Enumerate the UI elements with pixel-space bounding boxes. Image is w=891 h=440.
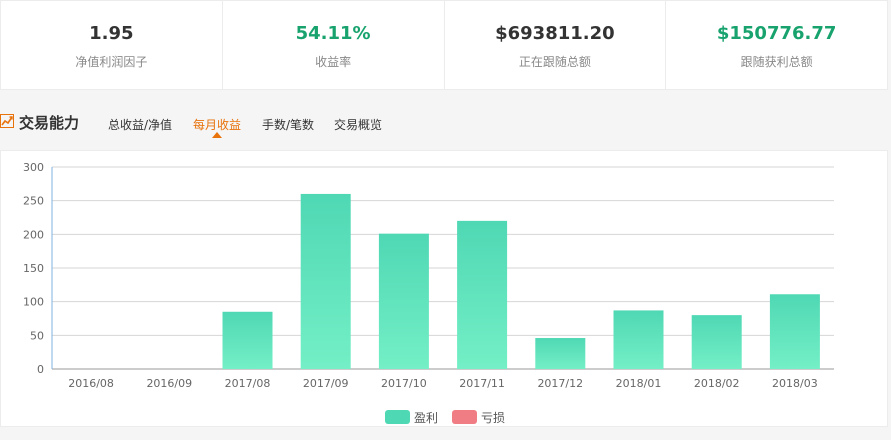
stat-profit-factor: 1.95 净值利润因子 xyxy=(1,1,223,89)
stat-value: $150776.77 xyxy=(716,23,837,44)
monthly-return-chart: 0 50 100 150 200 250 300 2016/08 2016/09 2017/08 2… xyxy=(0,150,888,427)
stat-label: 正在跟随总额 xyxy=(518,55,591,69)
x-tick-label: 2017/10 xyxy=(381,377,427,390)
bar-profit xyxy=(535,338,586,369)
x-tick-label: 2018/01 xyxy=(616,377,662,390)
bar-profit xyxy=(457,220,508,369)
y-tick-label: 250 xyxy=(23,195,44,208)
stats-panel: 1.95 净值利润因子 54.11% 收益率 $693811.20 正在跟随总额… xyxy=(0,0,888,90)
bar-profit xyxy=(222,311,273,369)
x-tick-label: 2018/02 xyxy=(694,377,740,390)
bar-profit xyxy=(691,315,742,369)
tab-lots-trades[interactable]: 手数/笔数 xyxy=(262,116,314,133)
legend-label-loss: 亏损 xyxy=(481,410,506,425)
y-tick-label: 200 xyxy=(23,228,44,241)
stat-label: 净值利润因子 xyxy=(75,55,148,69)
bar-profit xyxy=(378,233,429,369)
x-tick-label: 2017/08 xyxy=(225,377,271,390)
x-tick-label: 2017/11 xyxy=(459,377,505,390)
section-header: 交易能力 总收益/净值 每月收益 手数/笔数 交易概览 xyxy=(0,105,891,143)
stat-return-rate: 54.11% 收益率 xyxy=(223,1,445,89)
stat-value: 54.11% xyxy=(295,23,371,44)
y-tick-label: 0 xyxy=(37,363,44,376)
tab-total-return-nav[interactable]: 总收益/净值 xyxy=(108,116,172,133)
legend-label-profit: 盈利 xyxy=(413,410,438,425)
y-tick-label: 50 xyxy=(30,329,44,342)
tab-monthly-return[interactable]: 每月收益 xyxy=(193,116,241,133)
trend-chart-icon xyxy=(0,114,14,128)
chart-legend: 盈利 亏损 xyxy=(1,407,889,427)
section-title: 交易能力 xyxy=(19,114,80,132)
legend-swatch-profit xyxy=(384,410,410,424)
active-tab-indicator xyxy=(212,132,222,138)
legend-item-profit[interactable]: 盈利 xyxy=(384,409,438,426)
x-tick-label: 2016/09 xyxy=(146,377,192,390)
stat-value: 1.95 xyxy=(89,23,134,44)
x-tick-label: 2016/08 xyxy=(68,377,114,390)
stat-value: $693811.20 xyxy=(495,23,615,44)
bar-profit xyxy=(769,294,820,369)
bar-profit xyxy=(300,193,351,369)
stat-follow-profit-total: $150776.77 跟随获利总额 xyxy=(666,1,887,89)
x-tick-label: 2018/03 xyxy=(772,377,818,390)
y-tick-label: 300 xyxy=(23,161,44,174)
x-tick-label: 2017/09 xyxy=(303,377,349,390)
bar-profit xyxy=(613,310,664,369)
legend-swatch-loss xyxy=(452,410,477,424)
stat-label: 跟随获利总额 xyxy=(740,55,813,69)
bar-chart: 0 50 100 150 200 250 300 2016/08 2016/09 2017/08 2… xyxy=(23,161,834,390)
stat-following-total: $693811.20 正在跟随总额 xyxy=(445,1,667,89)
x-tick-label: 2017/12 xyxy=(537,377,583,390)
tab-trade-overview[interactable]: 交易概览 xyxy=(334,116,382,133)
y-tick-label: 100 xyxy=(23,296,44,309)
legend-item-loss[interactable]: 亏损 xyxy=(452,409,505,426)
stat-label: 收益率 xyxy=(315,55,352,69)
y-tick-label: 150 xyxy=(23,262,44,275)
